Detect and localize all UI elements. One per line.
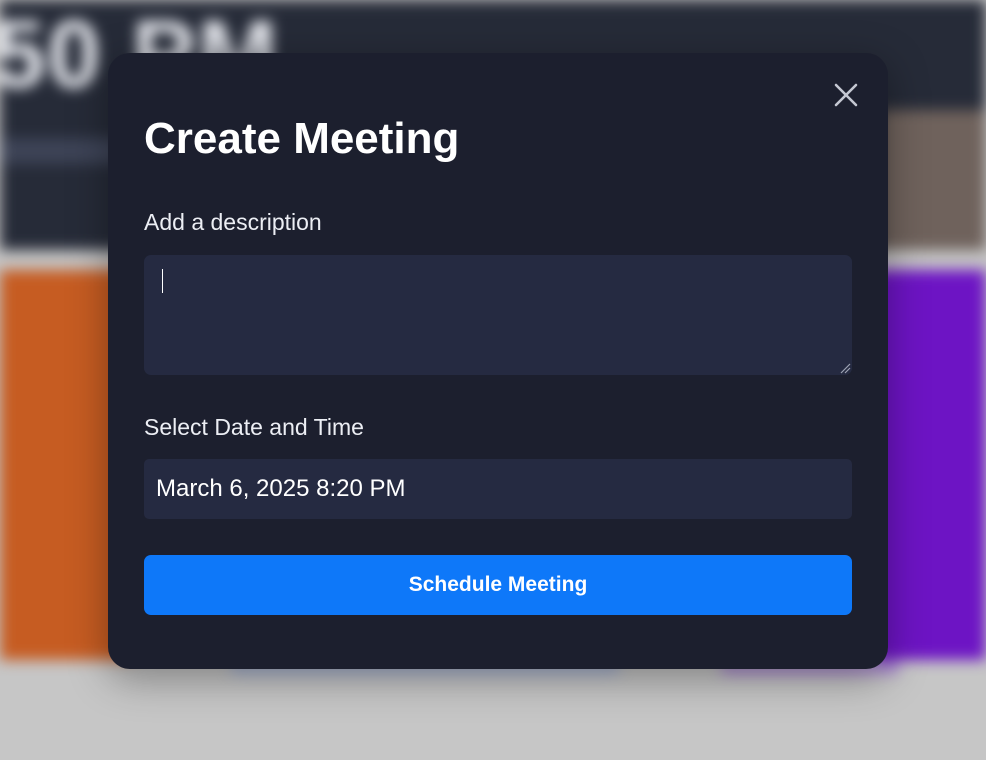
schedule-meeting-button[interactable]: Schedule Meeting (144, 555, 852, 615)
datetime-value: March 6, 2025 8:20 PM (156, 475, 406, 502)
modal-title: Create Meeting (144, 114, 460, 163)
datetime-picker-input[interactable]: March 6, 2025 8:20 PM (144, 459, 852, 519)
resize-handle-icon[interactable] (839, 362, 851, 374)
description-textarea[interactable] (144, 255, 852, 375)
close-button[interactable] (830, 79, 862, 111)
text-cursor (162, 269, 163, 293)
datetime-label: Select Date and Time (144, 414, 364, 440)
background-image (880, 110, 986, 250)
description-label: Add a description (144, 209, 322, 235)
close-icon (834, 83, 858, 107)
create-meeting-modal: Create Meeting Add a description Select … (108, 53, 888, 669)
background-date (0, 138, 120, 164)
